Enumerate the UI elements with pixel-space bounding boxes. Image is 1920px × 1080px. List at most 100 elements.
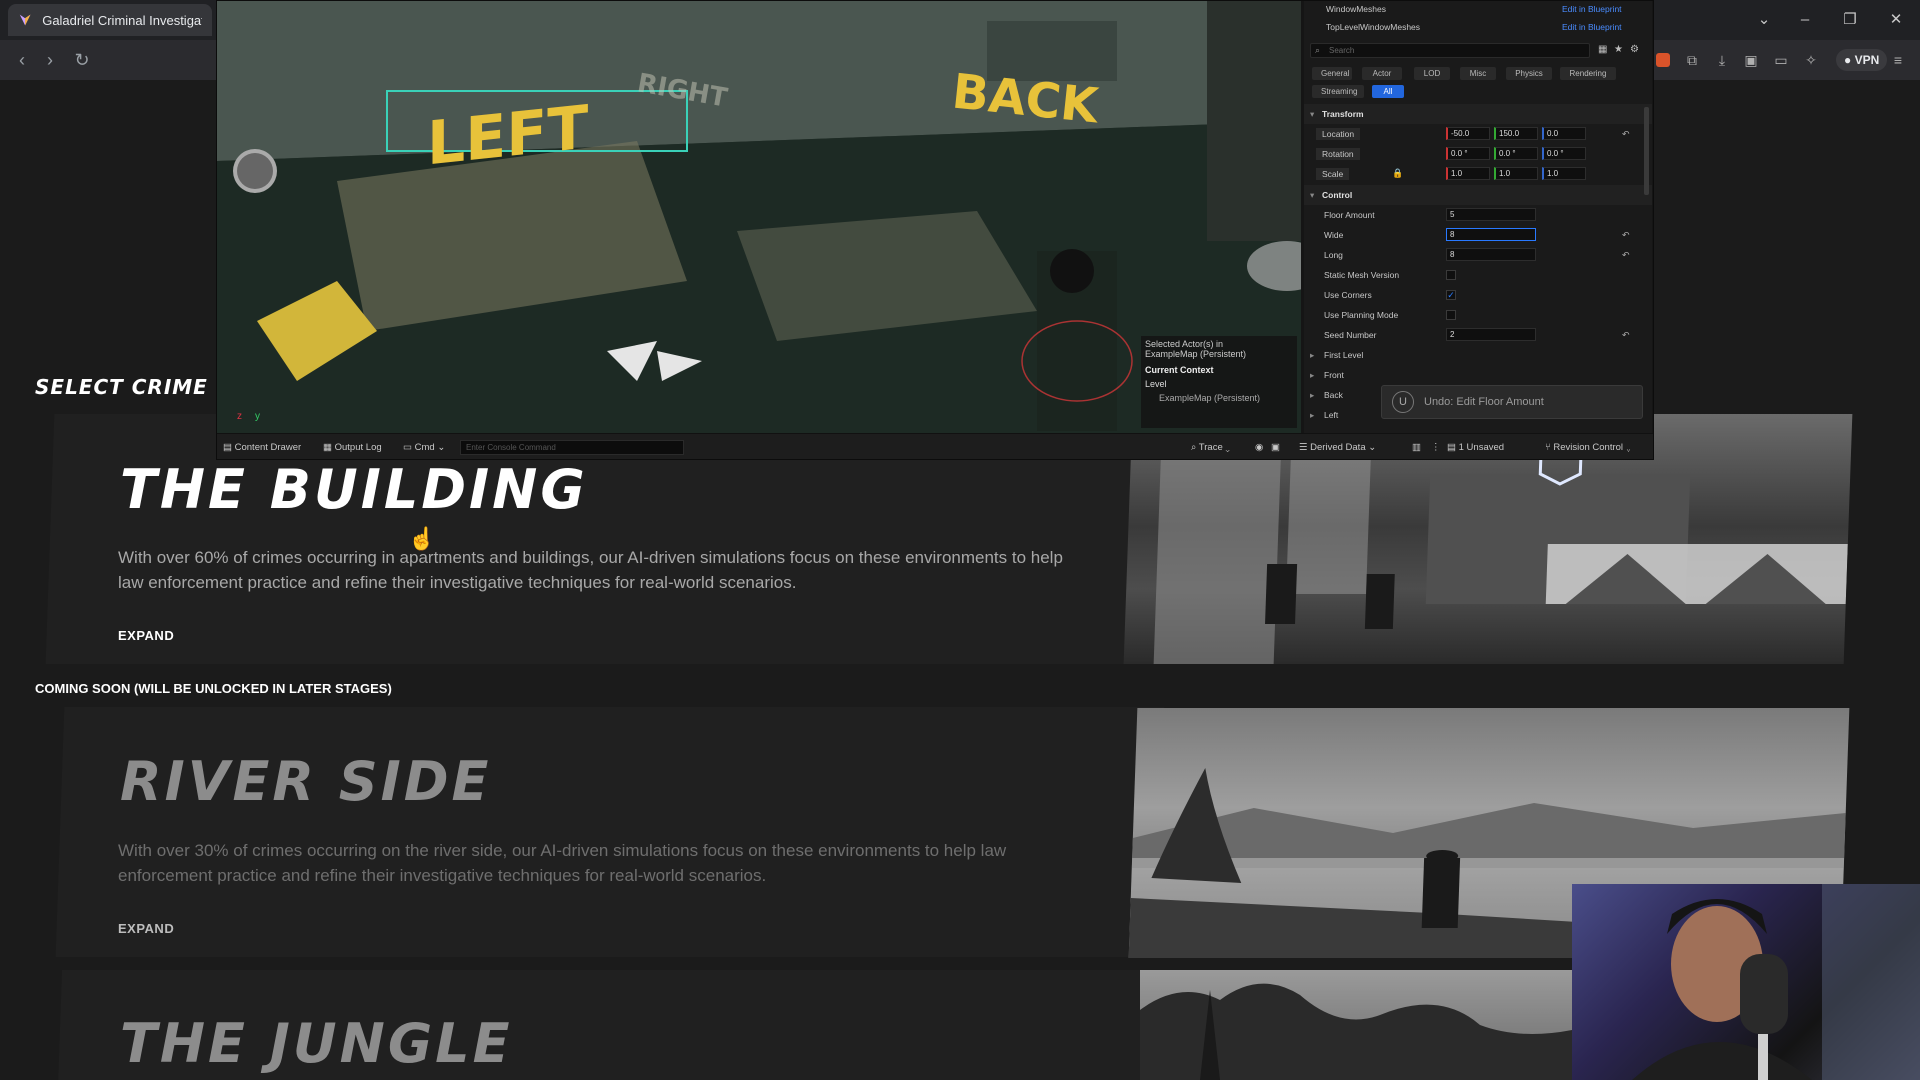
scale-dropdown[interactable]: Scale (1316, 168, 1350, 180)
filter-actor[interactable]: Actor (1362, 67, 1402, 80)
content-drawer-label: Content Drawer (234, 442, 302, 453)
lock-icon[interactable]: 🔒 (1392, 168, 1403, 179)
edit-in-blueprint-link[interactable]: Edit in Blueprint (1562, 22, 1622, 32)
expand-arrow-icon: ▸ (1310, 410, 1315, 420)
derived-data-dropdown[interactable]: ☰ Derived Data ⌄ (1299, 442, 1376, 453)
reload-icon[interactable]: ↻ (72, 50, 92, 70)
wide-field[interactable]: 8 (1446, 228, 1536, 241)
rotation-x-field[interactable]: 0.0 ° (1446, 147, 1490, 160)
browser-tab[interactable]: Galadriel Criminal Investigation (8, 4, 212, 36)
first-level-section[interactable]: ▸ First Level (1304, 345, 1652, 365)
use-planning-mode-checkbox[interactable] (1446, 310, 1456, 320)
record-icon[interactable]: ◉ (1255, 442, 1263, 453)
collapse-arrow-icon: ▾ (1310, 109, 1315, 119)
more-options-icon[interactable]: ⋮ (1431, 442, 1441, 453)
transform-section-header[interactable]: ▾ Transform (1304, 104, 1652, 124)
unsaved-button[interactable]: ▤ 1 Unsaved (1447, 442, 1504, 453)
leo-ai-icon[interactable]: ✧ (1801, 50, 1821, 70)
floor-amount-field[interactable]: 5 (1446, 208, 1536, 221)
console-command-input[interactable]: Enter Console Command (460, 440, 684, 455)
jungle-scene-image[interactable] (1140, 970, 1572, 1080)
level-viewport[interactable]: z y LEFT BACK RIGHT Selected Actor(s) in… (217, 1, 1301, 433)
filter-general[interactable]: General (1312, 67, 1352, 80)
menu-icon[interactable]: ≡ (1888, 50, 1908, 70)
close-window-button[interactable]: ✕ (1884, 8, 1908, 32)
wide-row: Wide 8 ↶ (1304, 225, 1652, 245)
reset-arrow-icon[interactable]: ↶ (1622, 250, 1630, 261)
mouse-cursor-icon: ☝ (408, 526, 436, 551)
filter-physics[interactable]: Physics (1506, 67, 1552, 80)
rotation-dropdown[interactable]: Rotation (1316, 148, 1360, 160)
level-dropdown[interactable]: ExampleMap (Persistent) (1145, 393, 1293, 403)
river-expand-button[interactable]: EXPAND (118, 921, 174, 936)
reset-arrow-icon[interactable]: ↶ (1622, 129, 1630, 140)
river-card (55, 707, 1165, 957)
download-icon[interactable]: ⤓ (1712, 50, 1732, 70)
grid-view-icon[interactable]: ▦ (1598, 44, 1607, 55)
control-section-header[interactable]: ▾ Control (1304, 185, 1652, 205)
editor-status-bar: ▤ Content Drawer ▦ Output Log ▭ Cmd ⌄ En… (217, 433, 1653, 459)
filter-lod[interactable]: LOD (1414, 67, 1450, 80)
edit-in-blueprint-link[interactable]: Edit in Blueprint (1562, 4, 1622, 14)
reset-arrow-icon[interactable]: ↶ (1622, 230, 1630, 241)
building-expand-button[interactable]: EXPAND (118, 628, 174, 643)
revision-control-dropdown[interactable]: ⑂ Revision Control ⌄ (1545, 442, 1631, 453)
viewport-scene: z y (217, 1, 1301, 433)
restore-button[interactable]: ❐ (1838, 8, 1862, 32)
vpn-button[interactable]: ● VPN (1836, 49, 1888, 71)
svg-text:z: z (237, 411, 242, 422)
favorite-star-icon[interactable]: ★ (1614, 44, 1623, 55)
site-favicon-icon (19, 14, 31, 26)
filter-misc[interactable]: Misc (1460, 67, 1496, 80)
camera-icon[interactable]: ▣ (1271, 442, 1280, 453)
component-row[interactable]: WindowMeshes Edit in Blueprint (1304, 1, 1652, 21)
content-drawer-button[interactable]: ▤ Content Drawer (223, 442, 301, 453)
reset-arrow-icon[interactable]: ↶ (1622, 330, 1630, 341)
building-description: With over 60% of crimes occurring in apa… (118, 548, 1063, 592)
filter-all[interactable]: All (1372, 85, 1404, 98)
revision-control-label: Revision Control (1553, 442, 1624, 453)
details-search-input[interactable]: ⌕ Search (1310, 43, 1590, 58)
building-title: THE BUILDING (120, 458, 588, 521)
source-control-icon[interactable]: ▥ (1412, 442, 1421, 453)
current-context-label[interactable]: Current Context (1145, 365, 1293, 375)
back-icon[interactable]: ‹ (12, 50, 32, 70)
wallet-icon[interactable]: ▭ (1771, 50, 1791, 70)
minimize-button[interactable]: – (1793, 8, 1817, 32)
extensions-icon[interactable]: ⧉ (1682, 50, 1702, 70)
use-planning-mode-row: Use Planning Mode (1304, 305, 1652, 325)
details-scrollbar[interactable] (1644, 107, 1649, 195)
scale-x-field[interactable]: 1.0 (1446, 167, 1490, 180)
use-corners-checkbox[interactable]: ✓ (1446, 290, 1456, 300)
location-x-field[interactable]: -50.0 (1446, 127, 1490, 140)
location-dropdown[interactable]: Location (1316, 128, 1361, 140)
river-title: RIVER SIDE (120, 750, 492, 813)
rotation-z-field[interactable]: 0.0 ° (1542, 147, 1586, 160)
component-row[interactable]: TopLevelWindowMeshes Edit in Blueprint (1304, 19, 1652, 39)
static-mesh-version-row: Static Mesh Version (1304, 265, 1652, 285)
expand-arrow-icon: ▸ (1310, 370, 1315, 380)
output-log-button[interactable]: ▦ Output Log (323, 442, 382, 453)
undo-notification: U Undo: Edit Floor Amount (1381, 385, 1643, 419)
trace-dropdown[interactable]: ⌕ Trace ⌄ (1191, 442, 1230, 453)
front-section[interactable]: ▸ Front (1304, 365, 1652, 385)
brave-shield-icon[interactable] (1656, 53, 1670, 67)
filter-streaming[interactable]: Streaming (1312, 85, 1364, 98)
long-field[interactable]: 8 (1446, 248, 1536, 261)
location-z-field[interactable]: 0.0 (1542, 127, 1586, 140)
search-icon: ⌕ (1315, 45, 1321, 55)
floor-amount-label: Floor Amount (1324, 210, 1375, 220)
filter-rendering[interactable]: Rendering (1560, 67, 1616, 80)
scale-y-field[interactable]: 1.0 (1494, 167, 1538, 180)
static-mesh-version-checkbox[interactable] (1446, 270, 1456, 280)
sidebar-icon[interactable]: ▣ (1741, 50, 1761, 70)
rotation-y-field[interactable]: 0.0 ° (1494, 147, 1538, 160)
settings-gear-icon[interactable]: ⚙ (1630, 44, 1639, 55)
seed-number-row: Seed Number 2 ↶ (1304, 325, 1652, 345)
forward-icon[interactable]: › (40, 50, 60, 70)
scale-z-field[interactable]: 1.0 (1542, 167, 1586, 180)
tab-search-icon[interactable]: ⌄ (1752, 8, 1776, 32)
cmd-dropdown[interactable]: ▭ Cmd ⌄ (403, 442, 445, 453)
seed-number-field[interactable]: 2 (1446, 328, 1536, 341)
location-y-field[interactable]: 150.0 (1494, 127, 1538, 140)
